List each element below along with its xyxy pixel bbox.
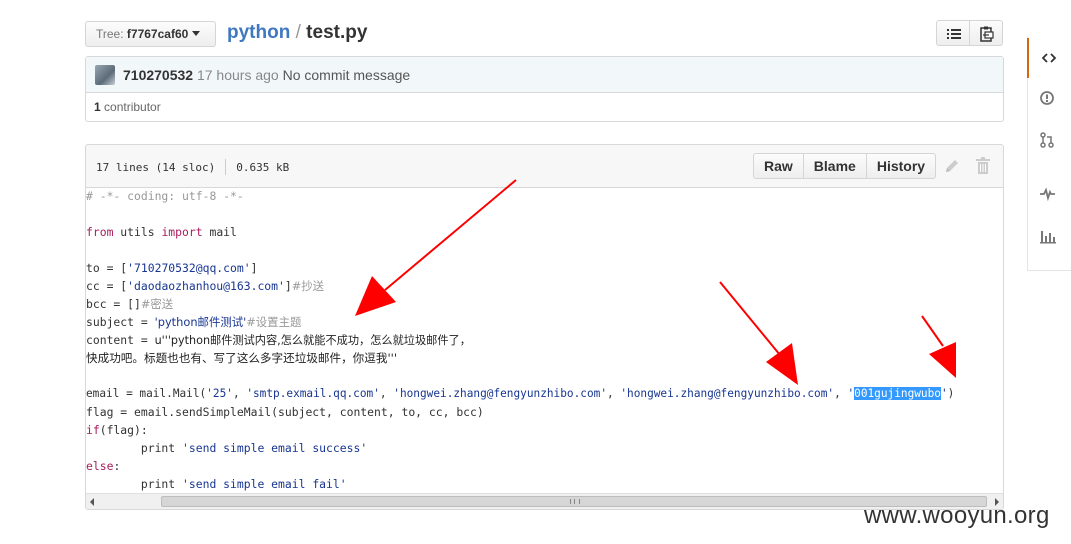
- annotation-arrows: [355, 179, 956, 385]
- red-arrow-3: [921, 315, 956, 378]
- red-arrow-2: [719, 281, 798, 385]
- watermark: www.wooyun.org: [864, 502, 1050, 529]
- red-arrow-1: [355, 179, 517, 316]
